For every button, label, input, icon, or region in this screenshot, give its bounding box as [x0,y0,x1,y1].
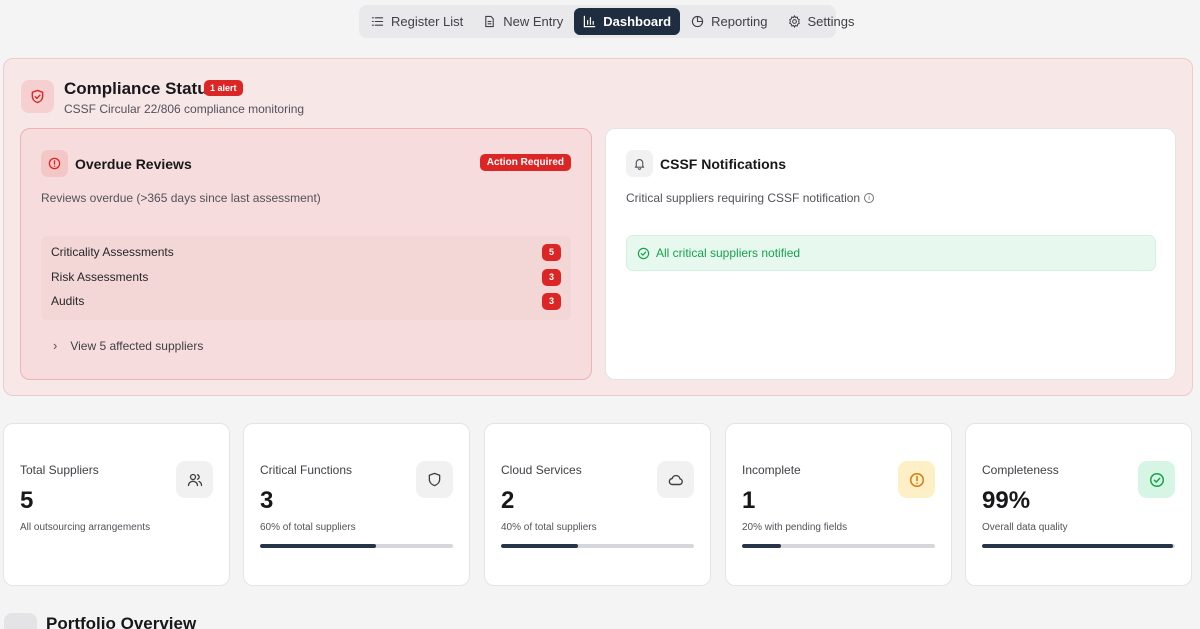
gear-icon [788,15,800,28]
progress-fill [742,544,781,548]
portfolio-icon [4,613,37,629]
stat-value: 1 [742,487,756,514]
progress-bar [982,544,1175,548]
nav-label: New Entry [503,14,564,29]
stat-subtext: 60% of total suppliers [260,522,356,533]
count-badge: 5 [542,243,561,261]
compliance-title: Compliance Status [64,79,218,98]
bar-chart-icon [584,15,596,28]
stat-value: 99% [982,487,1031,514]
nav-dashboard[interactable]: Dashboard [574,8,681,35]
alert-count-badge: 1 alert [204,80,243,96]
progress-fill [982,544,1174,548]
nav-label: Register List [391,14,464,29]
nav-new-entry[interactable]: New Entry [474,8,572,35]
bell-icon [626,150,653,177]
notification-status-text: All critical suppliers notified [656,246,801,260]
stat-value: 5 [20,487,34,514]
overdue-reviews-title: Overdue Reviews [75,156,192,172]
stat-label: Cloud Services [501,463,582,477]
document-icon [485,15,495,28]
stat-card-completeness: Completeness 99% Overall data quality [965,423,1192,586]
list-item: Criticality Assessments 5 [51,242,561,262]
shield-alert-icon [21,80,54,113]
stat-label: Total Suppliers [20,463,99,477]
stat-subtext: Overall data quality [982,522,1068,533]
nav-label: Dashboard [603,14,672,29]
shield-icon [416,461,453,498]
top-nav: Register List New Entry Dashboard Report… [359,5,854,38]
overdue-list: Criticality Assessments 5 Risk Assessmen… [41,236,571,320]
stat-subtext: 40% of total suppliers [501,522,597,533]
stat-label: Incomplete [742,463,801,477]
progress-bar [501,544,694,548]
nav-register-list[interactable]: Register List [362,8,472,35]
check-circle-icon [637,247,650,259]
count-badge: 3 [542,292,561,310]
stat-value: 3 [260,487,274,514]
cloud-icon [657,461,694,498]
list-item: Risk Assessments 3 [51,267,561,287]
notification-status: All critical suppliers notified [626,235,1156,271]
cssf-title: CSSF Notifications [660,156,787,172]
stat-label: Critical Functions [260,463,353,477]
nav-reporting[interactable]: Reporting [682,8,776,35]
overdue-reviews-card: Overdue Reviews Action Required Reviews … [20,128,592,380]
cssf-notifications-card: CSSF Notifications Critical suppliers re… [605,128,1176,380]
chevron-right-icon: › [53,338,58,353]
compliance-subtitle: CSSF Circular 22/806 compliance monitori… [64,102,305,116]
progress-bar [742,544,935,548]
progress-bar [260,544,453,548]
nav-label: Reporting [711,14,768,29]
alert-circle-icon [898,461,935,498]
view-link-label: View 5 affected suppliers [70,338,204,353]
portfolio-overview-title: Portfolio Overview [46,614,197,629]
alert-circle-icon [41,150,68,177]
list-item-label: Audits [51,294,85,308]
overdue-description: Reviews overdue (>365 days since last as… [41,191,321,205]
nav-label: Settings [807,14,855,29]
users-icon [176,461,213,498]
check-circle-icon [1138,461,1175,498]
cssf-description-row: Critical suppliers requiring CSSF notifi… [626,191,875,205]
stat-value: 2 [501,487,515,514]
info-icon[interactable]: i [864,193,875,203]
stat-subtext: All outsourcing arrangements [20,522,151,533]
pie-chart-icon [691,15,704,28]
list-item: Audits 3 [51,291,561,311]
view-affected-suppliers-toggle[interactable]: › View 5 affected suppliers [53,338,203,353]
cssf-description: Critical suppliers requiring CSSF notifi… [626,191,861,205]
compliance-status-panel: Compliance Status 1 alert CSSF Circular … [3,58,1193,396]
action-required-badge: Action Required [479,154,571,171]
stat-card-total-suppliers: Total Suppliers 5 All outsourcing arrang… [3,423,230,586]
nav-settings[interactable]: Settings [779,8,864,35]
list-item-label: Criticality Assessments [51,245,174,259]
list-item-label: Risk Assessments [51,270,149,284]
stat-card-cloud-services: Cloud Services 2 40% of total suppliers [484,423,711,586]
list-icon [371,17,384,26]
progress-fill [260,544,376,548]
stat-subtext: 20% with pending fields [742,522,848,533]
count-badge: 3 [542,268,561,286]
stat-card-critical-functions: Critical Functions 3 60% of total suppli… [243,423,470,586]
stat-label: Completeness [982,463,1059,477]
progress-fill [501,544,579,548]
stat-card-incomplete: Incomplete 1 20% with pending fields [725,423,952,586]
